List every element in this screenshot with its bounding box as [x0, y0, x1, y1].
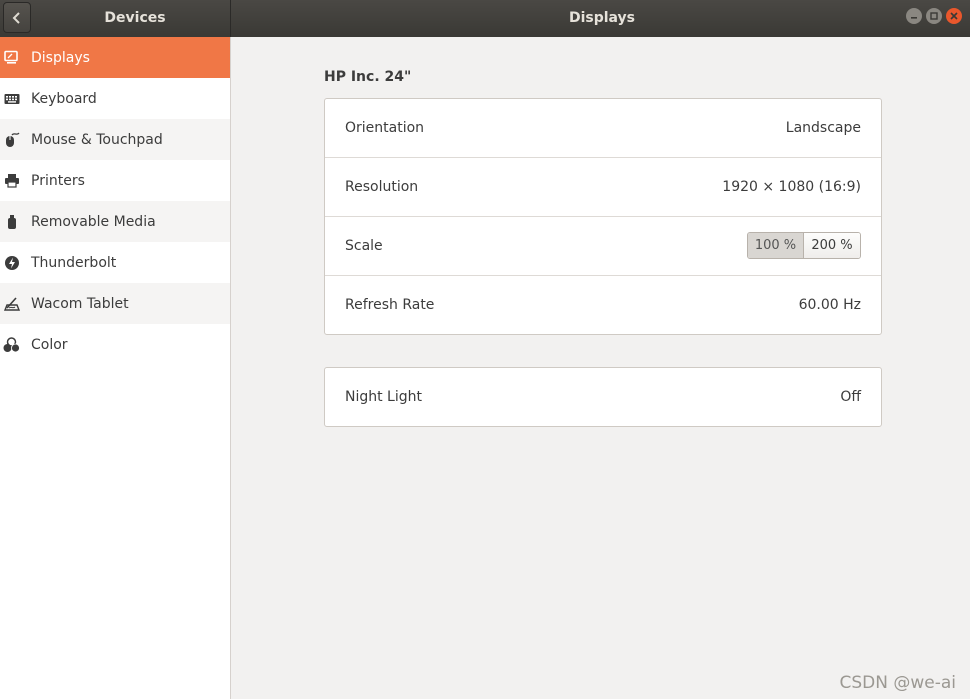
night-light-label: Night Light [345, 389, 422, 405]
orientation-label: Orientation [345, 120, 425, 136]
sidebar-item-label: Mouse & Touchpad [31, 131, 163, 148]
sidebar: Displays Keyboard Mouse & Touchpad Print… [0, 37, 231, 699]
sidebar-item-displays[interactable]: Displays [0, 37, 230, 78]
scale-200-button[interactable]: 200 % [804, 233, 860, 258]
printer-icon [3, 172, 20, 189]
sidebar-item-label: Printers [31, 172, 85, 189]
sidebar-item-printers[interactable]: Printers [0, 160, 230, 201]
sidebar-item-thunderbolt[interactable]: Thunderbolt [0, 242, 230, 283]
color-icon [3, 336, 20, 353]
thunderbolt-icon [3, 254, 20, 271]
minimize-button[interactable] [906, 8, 922, 24]
scale-label: Scale [345, 238, 383, 254]
scale-100-button[interactable]: 100 % [748, 233, 804, 258]
tablet-icon [3, 295, 20, 312]
chevron-left-icon [12, 11, 20, 24]
removable-media-icon [3, 213, 20, 230]
refresh-rate-label: Refresh Rate [345, 297, 435, 313]
minimize-icon [911, 17, 917, 19]
maximize-button[interactable] [926, 8, 942, 24]
mouse-icon [3, 131, 20, 148]
close-button[interactable] [946, 8, 962, 24]
scale-row: Scale 100 % 200 % [325, 217, 881, 276]
sidebar-item-removable-media[interactable]: Removable Media [0, 201, 230, 242]
close-icon [950, 12, 958, 20]
monitor-name: HP Inc. 24" [324, 69, 412, 85]
back-button[interactable] [3, 2, 31, 33]
night-light-row[interactable]: Night Light Off [325, 368, 881, 427]
sidebar-item-mouse-touchpad[interactable]: Mouse & Touchpad [0, 119, 230, 160]
resolution-row[interactable]: Resolution 1920 × 1080 (16:9) [325, 158, 881, 217]
orientation-value: Landscape [785, 120, 861, 136]
sidebar-title: Devices [104, 10, 166, 26]
watermark: CSDN @we-ai [839, 673, 956, 693]
sidebar-item-label: Removable Media [31, 213, 156, 230]
resolution-label: Resolution [345, 179, 419, 195]
keyboard-icon [3, 90, 20, 107]
refresh-rate-row[interactable]: Refresh Rate 60.00 Hz [325, 276, 881, 335]
refresh-rate-value: 60.00 Hz [798, 297, 861, 313]
maximize-icon [930, 12, 938, 20]
display-settings-panel: HP Inc. 24" Orientation Landscape Resolu… [232, 37, 970, 699]
sidebar-item-label: Displays [31, 49, 90, 66]
sidebar-header: Devices [0, 0, 231, 37]
scale-selector: 100 % 200 % [747, 232, 861, 259]
sidebar-item-label: Wacom Tablet [31, 295, 129, 312]
display-settings-list: Orientation Landscape Resolution 1920 × … [324, 98, 882, 335]
title-bar: Devices Displays [0, 0, 970, 37]
sidebar-item-color[interactable]: Color [0, 324, 230, 365]
resolution-value: 1920 × 1080 (16:9) [722, 179, 861, 195]
sidebar-item-label: Color [31, 336, 68, 353]
sidebar-item-label: Thunderbolt [31, 254, 117, 271]
orientation-row[interactable]: Orientation Landscape [325, 99, 881, 158]
night-light-value: Off [840, 389, 861, 405]
night-light-panel: Night Light Off [324, 367, 882, 427]
window-title: Displays [568, 10, 636, 26]
sidebar-item-wacom-tablet[interactable]: Wacom Tablet [0, 283, 230, 324]
display-icon [3, 49, 20, 66]
sidebar-item-keyboard[interactable]: Keyboard [0, 78, 230, 119]
sidebar-item-label: Keyboard [31, 90, 97, 107]
